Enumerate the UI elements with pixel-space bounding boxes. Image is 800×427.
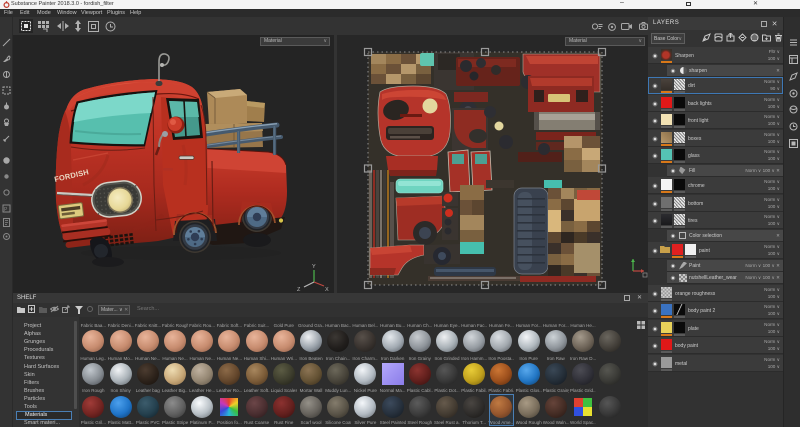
svg-text:Y: Y	[312, 264, 316, 270]
